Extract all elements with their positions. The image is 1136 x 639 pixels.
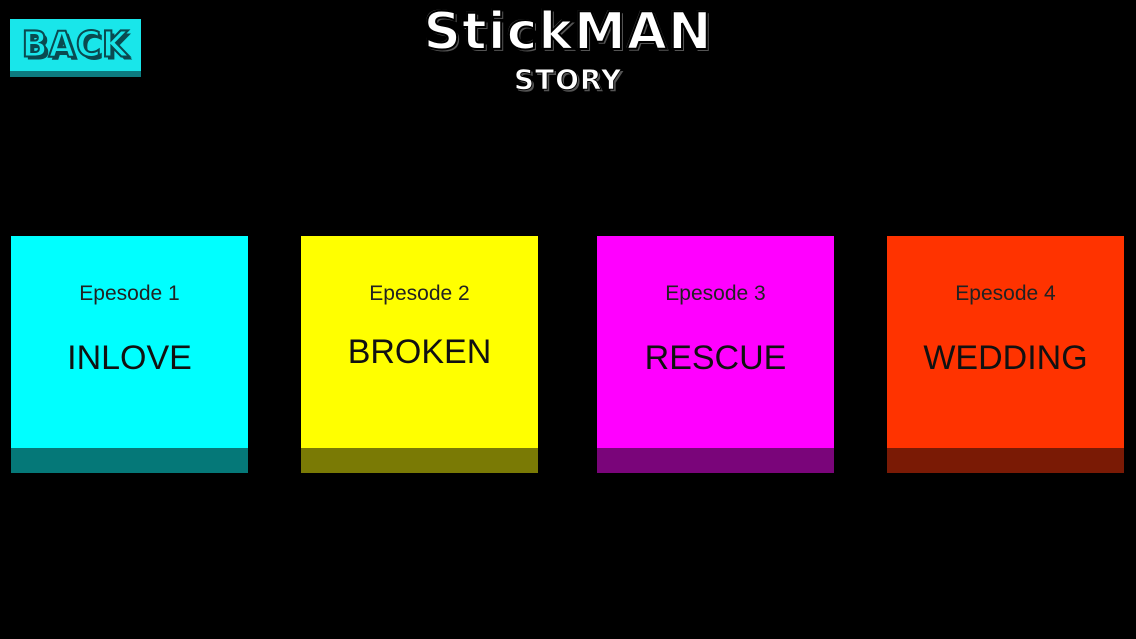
game-title: StickMAN (422, 1, 713, 63)
episode-card-shadow (597, 448, 834, 473)
episode-card-1[interactable]: Epesode 1 INLOVE (11, 236, 248, 473)
game-subtitle: STORY (513, 63, 623, 96)
episode-card-face: Epesode 4 WEDDING (887, 236, 1124, 448)
episode-title: RESCUE (644, 339, 787, 377)
episode-title: INLOVE (67, 339, 192, 377)
episode-title: BROKEN (347, 333, 492, 371)
episode-number-label: Epesode 3 (665, 282, 766, 305)
episode-number-label: Epesode 4 (955, 282, 1056, 305)
episode-card-face: Epesode 1 INLOVE (11, 236, 248, 448)
episode-title: WEDDING (923, 339, 1088, 377)
episode-card-shadow (887, 448, 1124, 473)
episode-card-face: Epesode 2 BROKEN (301, 236, 538, 448)
episode-card-face: Epesode 3 RESCUE (597, 236, 834, 448)
episode-number-label: Epesode 2 (369, 282, 470, 305)
episode-card-4[interactable]: Epesode 4 WEDDING (887, 236, 1124, 473)
episode-card-shadow (301, 448, 538, 473)
episode-card-3[interactable]: Epesode 3 RESCUE (597, 236, 834, 473)
game-title-logo: StickMAN STORY (0, 0, 1136, 96)
episode-card-shadow (11, 448, 248, 473)
episode-number-label: Epesode 1 (79, 282, 180, 305)
episode-card-2[interactable]: Epesode 2 BROKEN (301, 236, 538, 473)
